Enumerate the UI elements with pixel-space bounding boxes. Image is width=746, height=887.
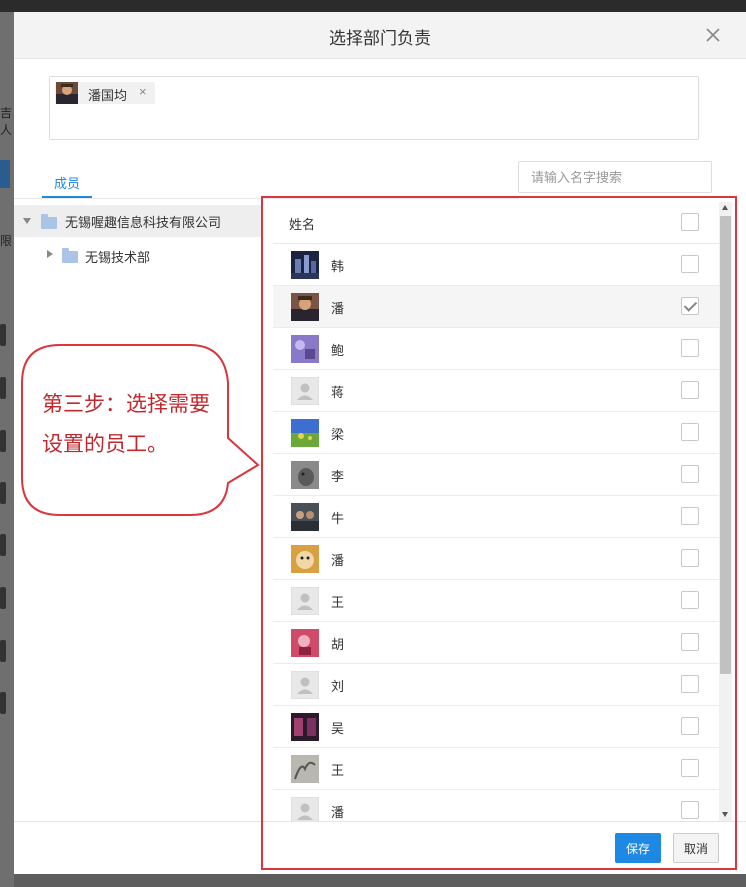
- member-checkbox[interactable]: [681, 759, 699, 777]
- avatar: [291, 713, 319, 741]
- default-avatar-icon: [291, 671, 319, 699]
- member-row[interactable]: 王: [273, 580, 719, 622]
- member-name: 潘: [331, 805, 345, 820]
- dialog-title: 选择部门负责: [329, 29, 431, 48]
- member-checkbox[interactable]: [681, 801, 699, 819]
- tree-item-label: 无锡喔趣信息科技有限公司: [65, 215, 222, 230]
- background-button: [0, 160, 10, 188]
- member-row[interactable]: 韩: [273, 244, 719, 286]
- avatar: [56, 82, 78, 104]
- folder-icon: [62, 248, 78, 263]
- member-checkbox[interactable]: [681, 255, 699, 273]
- selected-member-name: 潘国均: [88, 88, 128, 103]
- close-icon[interactable]: [702, 24, 724, 46]
- scroll-up-icon[interactable]: [722, 205, 728, 210]
- cancel-button[interactable]: 取消: [673, 833, 719, 863]
- remove-tag-icon[interactable]: ×: [139, 84, 147, 99]
- member-checkbox[interactable]: [681, 633, 699, 651]
- scrollbar[interactable]: [719, 202, 732, 821]
- member-row[interactable]: 王: [273, 748, 719, 790]
- avatar: [291, 419, 319, 447]
- background-text: 吉人: [0, 106, 13, 137]
- member-name: 鲍: [331, 343, 345, 358]
- scrollbar-thumb[interactable]: [720, 216, 731, 674]
- member-row[interactable]: 潘: [273, 286, 719, 328]
- annotation-text: 第三步：选择需要设置的员工。: [42, 393, 210, 456]
- member-row[interactable]: 梁: [273, 412, 719, 454]
- avatar: [291, 293, 319, 321]
- member-name: 王: [331, 595, 345, 610]
- member-checkbox[interactable]: [681, 339, 699, 357]
- member-name: 潘: [331, 553, 345, 568]
- member-row[interactable]: 刘: [273, 664, 719, 706]
- default-avatar-icon: [291, 377, 319, 405]
- member-row[interactable]: 蒋: [273, 370, 719, 412]
- search-input[interactable]: [518, 161, 712, 193]
- divider: [14, 198, 519, 199]
- member-name: 吴: [331, 721, 345, 736]
- avatar: [291, 545, 319, 573]
- member-checkbox[interactable]: [681, 591, 699, 609]
- member-name: 蒋: [331, 385, 345, 400]
- member-name: 李: [331, 469, 345, 484]
- member-name: 潘: [331, 301, 345, 316]
- member-name: 王: [331, 763, 345, 778]
- member-list: 姓名 韩 潘 鲍 蒋 梁 李 牛 潘 王 胡 刘 吴 王 潘: [273, 202, 719, 821]
- member-row[interactable]: 牛: [273, 496, 719, 538]
- member-checkbox[interactable]: [681, 507, 699, 525]
- tab-members[interactable]: 成员: [54, 173, 80, 192]
- close-icon-svg: [706, 28, 720, 42]
- expand-icon[interactable]: [47, 250, 53, 258]
- member-list-header: 姓名: [273, 202, 719, 244]
- default-avatar-icon: [291, 587, 319, 615]
- select-all-checkbox[interactable]: [681, 213, 699, 231]
- background-text: 限: [0, 234, 13, 248]
- folder-icon: [41, 214, 57, 229]
- dialog-footer: 保存 取消: [14, 821, 746, 874]
- tree-item-label: 无锡技术部: [85, 250, 151, 265]
- selected-member-tag: 潘国均 ×: [55, 82, 155, 104]
- member-checkbox[interactable]: [681, 381, 699, 399]
- avatar: [291, 335, 319, 363]
- member-row[interactable]: 李: [273, 454, 719, 496]
- dialog-header: 选择部门负责: [14, 12, 746, 59]
- member-checkbox[interactable]: [681, 549, 699, 567]
- member-name: 胡: [331, 637, 345, 652]
- top-bar: [0, 0, 746, 12]
- tree-item-company[interactable]: 无锡喔趣信息科技有限公司: [14, 205, 261, 237]
- member-row[interactable]: 鲍: [273, 328, 719, 370]
- background-page: 吉人 限: [0, 12, 14, 887]
- member-checkbox[interactable]: [681, 465, 699, 483]
- avatar: [291, 755, 319, 783]
- default-avatar-icon: [291, 797, 319, 821]
- avatar: [291, 251, 319, 279]
- member-checkbox[interactable]: [681, 423, 699, 441]
- member-row[interactable]: 潘: [273, 538, 719, 580]
- avatar: [291, 629, 319, 657]
- avatar: [291, 461, 319, 489]
- avatar: [291, 503, 319, 531]
- member-name: 刘: [331, 679, 345, 694]
- collapse-icon[interactable]: [23, 218, 31, 224]
- member-checkbox[interactable]: [681, 297, 699, 315]
- member-name: 梁: [331, 427, 345, 442]
- member-row[interactable]: 潘: [273, 790, 719, 821]
- member-row[interactable]: 吴: [273, 706, 719, 748]
- save-button[interactable]: 保存: [615, 833, 661, 863]
- tree-item-tech-dept[interactable]: 无锡技术部: [14, 239, 261, 271]
- member-row[interactable]: 胡: [273, 622, 719, 664]
- scroll-down-icon[interactable]: [722, 812, 728, 817]
- member-checkbox[interactable]: [681, 717, 699, 735]
- selected-members-box[interactable]: 潘国均 ×: [49, 76, 699, 140]
- member-checkbox[interactable]: [681, 675, 699, 693]
- name-column-header: 姓名: [289, 217, 316, 232]
- member-name: 牛: [331, 511, 345, 526]
- member-name: 韩: [331, 259, 345, 274]
